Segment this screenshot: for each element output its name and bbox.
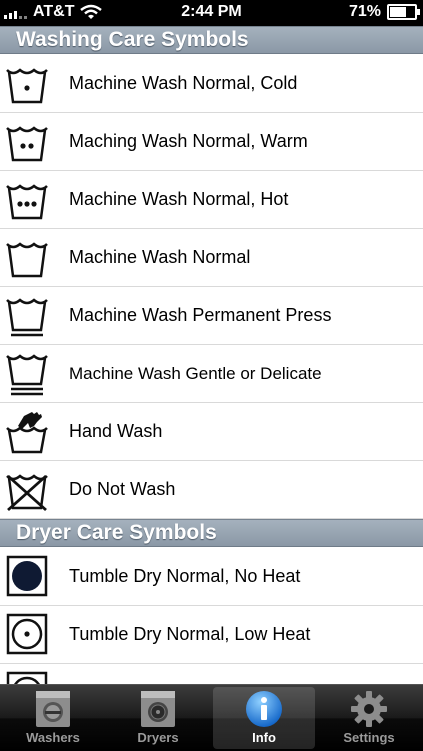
tab-settings[interactable]: Settings — [318, 687, 420, 749]
tab-info[interactable]: Info — [213, 687, 315, 749]
hand-wash-icon — [6, 412, 48, 454]
washer-icon — [36, 691, 70, 727]
list-item[interactable]: Tumble Dry Normal, No Heat — [0, 548, 423, 606]
wash-3dots-icon — [6, 184, 48, 220]
list-item[interactable]: Machine Wash Normal — [0, 229, 423, 287]
battery-icon — [387, 4, 420, 20]
list-item-label: Tumble Dry Normal, No Heat — [69, 566, 301, 586]
list-item-label: Machine Wash Permanent Press — [69, 305, 332, 325]
wash-2dots-icon — [6, 126, 48, 162]
list-item[interactable]: Machine Wash Normal, Cold — [0, 55, 423, 113]
tab-label: Settings — [343, 730, 395, 745]
tab-washers[interactable]: Washers — [2, 687, 104, 749]
list-item[interactable]: Maching Wash Normal, Warm — [0, 113, 423, 171]
list-item[interactable]: Tumble Dry Normal, Low Heat — [0, 606, 423, 664]
list-item[interactable]: Hand Wash — [0, 403, 423, 461]
list-item-label: Hand Wash — [69, 421, 163, 441]
wash-tub-icon — [6, 242, 48, 278]
list-item-label: Do Not Wash — [69, 479, 176, 499]
wash-1dot-icon — [6, 68, 48, 104]
section-header-dryer: Dryer Care Symbols — [0, 519, 423, 547]
tab-dryers[interactable]: Dryers — [107, 687, 209, 749]
list-item-label: Machine Wash Normal, Cold — [69, 73, 298, 93]
tab-bar: Washers Dryers Info Settings — [0, 684, 423, 751]
tab-label: Info — [252, 730, 276, 745]
list-item-label: Tumble Dry Normal, Low Heat — [69, 624, 311, 644]
tumble-dry-low-heat-icon — [6, 613, 48, 655]
list-item[interactable]: Do Not Wash — [0, 461, 423, 519]
battery-percent: 71% — [348, 3, 381, 20]
list-item[interactable]: Machine Wash Permanent Press — [0, 287, 423, 345]
list-item-label: Machine Wash Normal — [69, 247, 251, 267]
tumble-dry-no-heat-icon — [6, 555, 48, 597]
do-not-wash-icon — [6, 474, 48, 512]
tab-label: Washers — [26, 730, 80, 745]
list-item-label: Machine Wash Gentle or Delicate — [69, 364, 322, 383]
dryer-icon — [141, 691, 175, 727]
list-item[interactable]: Machine Wash Gentle or Delicate — [0, 345, 423, 403]
wash-permanent-press-icon — [6, 298, 48, 337]
info-icon — [246, 691, 282, 727]
status-bar: AT&T 2:44 PM 71% — [0, 0, 423, 26]
list-item-label: Maching Wash Normal, Warm — [69, 131, 308, 151]
section-header-washing: Washing Care Symbols — [0, 26, 423, 54]
wash-gentle-icon — [6, 354, 48, 396]
list-item-label: Machine Wash Normal, Hot — [69, 189, 289, 209]
tab-label: Dryers — [137, 730, 179, 745]
gear-icon — [351, 691, 387, 727]
list-item[interactable]: Machine Wash Normal, Hot — [0, 171, 423, 229]
